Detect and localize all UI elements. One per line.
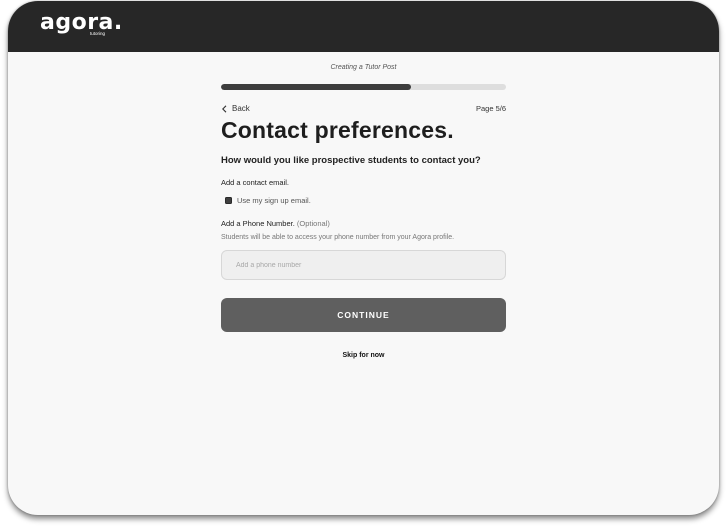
use-signup-email-checkbox[interactable] — [225, 197, 232, 204]
chevron-left-icon — [222, 104, 227, 113]
app-window: agora. tutoring Creating a Tutor Post Ba… — [8, 1, 719, 515]
contact-email-label: Add a contact email. — [221, 178, 289, 187]
page-indicator: Page 5/6 — [475, 104, 506, 113]
optional-tag: (Optional) — [296, 219, 330, 228]
agora-logo[interactable]: agora. tutoring — [40, 11, 130, 39]
progress-bar — [221, 84, 506, 90]
page-title: Contact preferences. — [221, 117, 454, 143]
skip-for-now-link[interactable]: Skip for now — [221, 352, 506, 359]
phone-label-text: Add a Phone Number. — [221, 219, 295, 228]
continue-button[interactable]: CONTINUE — [221, 298, 506, 332]
use-signup-email-label: Use my sign up email. — [237, 196, 311, 205]
phone-number-input[interactable] — [221, 250, 506, 280]
logo-subtext: tutoring — [90, 31, 106, 36]
phone-number-label: Add a Phone Number. (Optional) — [221, 219, 330, 228]
progress-bar-fill — [221, 84, 412, 90]
phone-number-hint: Students will be able to access your pho… — [221, 234, 455, 241]
page-subtitle: How would you like prospective students … — [221, 155, 481, 166]
step-title: Creating a Tutor Post — [330, 64, 397, 71]
top-bar: agora. tutoring — [8, 1, 719, 52]
logo-text: agora. — [40, 10, 123, 35]
back-button[interactable]: Back — [221, 104, 250, 113]
back-label: Back — [232, 104, 250, 113]
use-signup-email-option[interactable]: Use my sign up email. — [225, 196, 311, 205]
